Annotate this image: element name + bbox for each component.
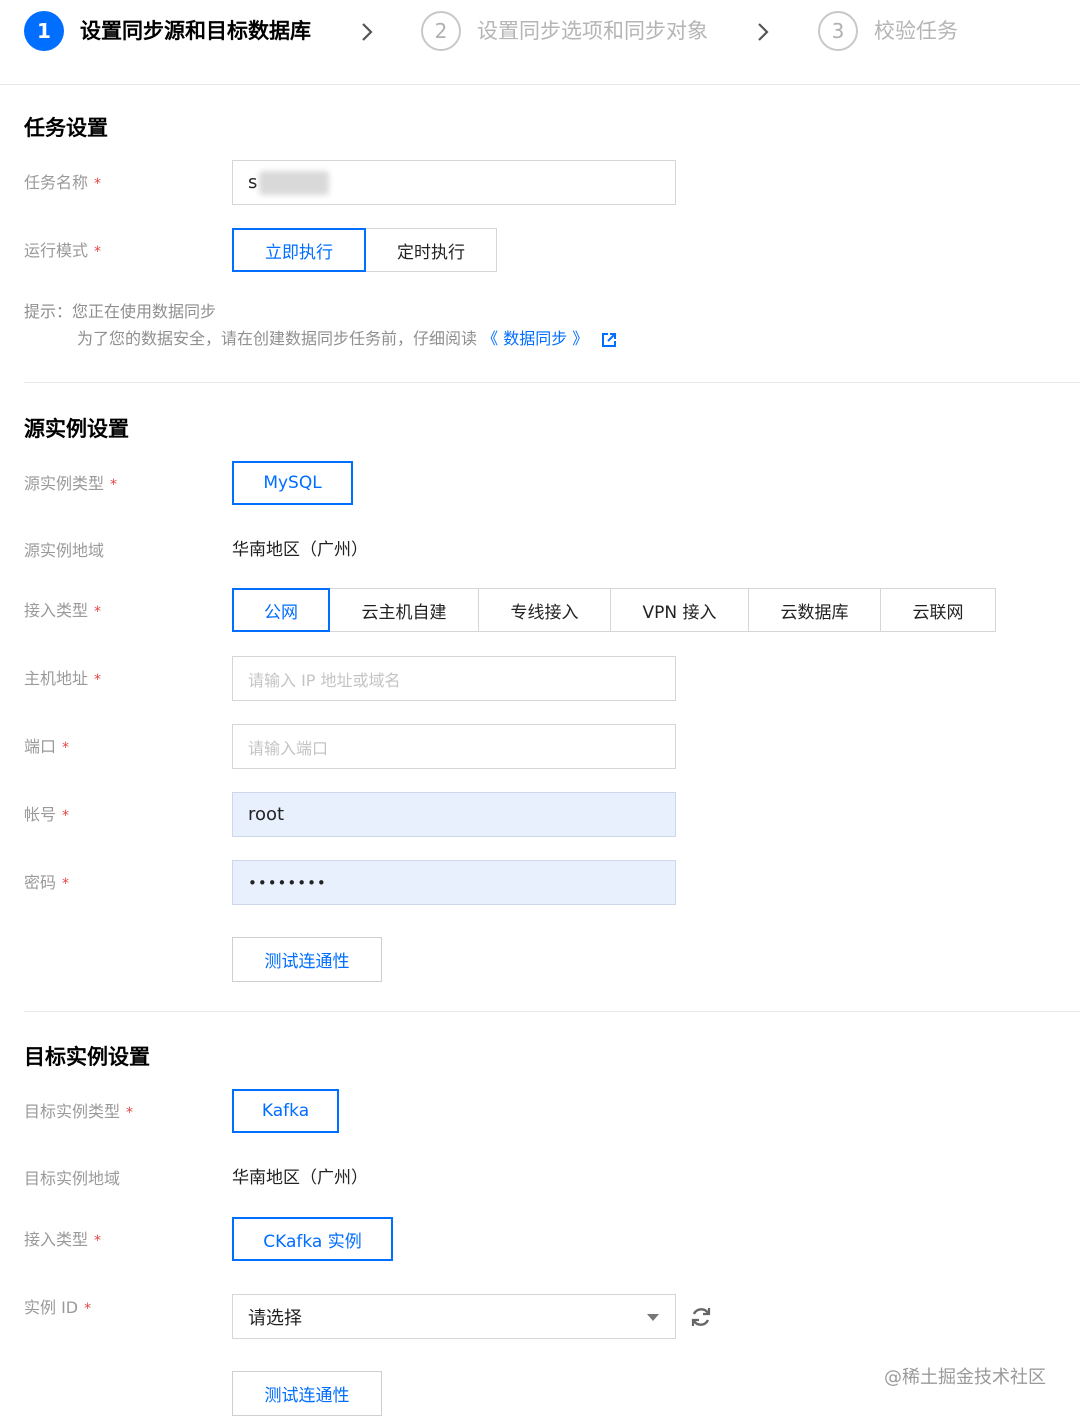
- target-access-ckafka-button[interactable]: CKafka 实例: [232, 1217, 393, 1261]
- external-link-icon[interactable]: [601, 332, 617, 348]
- access-cloud-db-button[interactable]: 云数据库: [748, 588, 881, 632]
- access-cvm-button[interactable]: 云主机自建: [329, 588, 479, 632]
- run-mode-label: 运行模式 *: [24, 241, 102, 260]
- step-3-label[interactable]: 校验任务: [874, 17, 958, 45]
- source-type-mysql-button[interactable]: MySQL: [232, 461, 353, 505]
- account-input[interactable]: root: [232, 792, 676, 837]
- access-public-button[interactable]: 公网: [232, 588, 330, 632]
- password-label: 密码 *: [24, 873, 70, 892]
- port-input[interactable]: 请输入端口: [232, 724, 676, 769]
- host-input[interactable]: 请输入 IP 地址或域名: [232, 656, 676, 701]
- redacted-blur: [259, 170, 330, 195]
- account-value: root: [248, 804, 285, 825]
- access-dedicated-line-button[interactable]: 专线接入: [478, 588, 611, 632]
- source-access-segment: 公网 云主机自建 专线接入 VPN 接入 云数据库 云联网: [232, 588, 996, 632]
- target-region-label: 目标实例地域: [24, 1169, 121, 1188]
- task-settings-title: 任务设置: [24, 116, 108, 140]
- run-mode-immediate-button[interactable]: 立即执行: [232, 228, 366, 272]
- target-type-label: 目标实例类型 *: [24, 1102, 134, 1121]
- target-test-connection-button[interactable]: 测试连通性: [232, 1371, 382, 1416]
- tip-line-2: 为了您的数据安全，请在创建数据同步任务前，仔细阅读 《 数据同步 》: [77, 327, 617, 351]
- access-vpn-button[interactable]: VPN 接入: [610, 588, 749, 632]
- target-region-value: 华南地区（广州）: [232, 1168, 368, 1188]
- source-access-label: 接入类型 *: [24, 601, 102, 620]
- task-name-label: 任务名称 *: [24, 173, 102, 192]
- source-settings-title: 源实例设置: [24, 417, 129, 441]
- instance-id-select[interactable]: 请选择: [232, 1294, 676, 1339]
- source-test-connection-button[interactable]: 测试连通性: [232, 937, 382, 982]
- section-divider: [24, 1011, 1080, 1012]
- run-mode-scheduled-button[interactable]: 定时执行: [365, 228, 497, 272]
- tip-line-1: 提示：您正在使用数据同步: [24, 302, 217, 321]
- chevron-right-icon: [362, 23, 373, 41]
- stepper: 1 设置同步源和目标数据库 2 设置同步选项和同步对象 3 校验任务: [0, 0, 1080, 85]
- password-input[interactable]: ••••••••: [232, 860, 676, 905]
- run-mode-segment: 立即执行 定时执行: [232, 228, 497, 272]
- target-type-kafka-button[interactable]: Kafka: [232, 1089, 339, 1133]
- source-type-label: 源实例类型 *: [24, 474, 118, 493]
- password-value: ••••••••: [248, 873, 327, 892]
- source-region-label: 源实例地域: [24, 541, 105, 560]
- target-access-label: 接入类型 *: [24, 1230, 102, 1249]
- source-region-value: 华南地区（广州）: [232, 540, 368, 560]
- task-name-input[interactable]: s: [232, 160, 676, 205]
- step-3-number: 3: [818, 11, 858, 51]
- data-sync-doc-link[interactable]: 《 数据同步 》: [482, 329, 588, 348]
- chevron-right-icon: [758, 23, 769, 41]
- watermark: @稀土掘金技术社区: [884, 1367, 1046, 1388]
- step-2-label[interactable]: 设置同步选项和同步对象: [477, 17, 708, 45]
- step-1-number: 1: [24, 11, 64, 51]
- target-settings-title: 目标实例设置: [24, 1045, 150, 1069]
- section-divider: [24, 382, 1080, 383]
- host-label: 主机地址 *: [24, 669, 102, 688]
- task-name-value: s: [248, 172, 258, 193]
- account-label: 帐号 *: [24, 805, 70, 824]
- step-1-label[interactable]: 设置同步源和目标数据库: [80, 17, 311, 45]
- instance-id-label: 实例 ID *: [24, 1298, 92, 1317]
- host-placeholder: 请输入 IP 地址或域名: [248, 670, 401, 690]
- access-ccn-button[interactable]: 云联网: [880, 588, 996, 632]
- instance-id-value: 请选择: [248, 1307, 302, 1329]
- refresh-icon[interactable]: [688, 1304, 714, 1330]
- port-label: 端口 *: [24, 737, 70, 756]
- step-2-number: 2: [421, 11, 461, 51]
- port-placeholder: 请输入端口: [248, 738, 329, 758]
- caret-down-icon: [647, 1313, 659, 1321]
